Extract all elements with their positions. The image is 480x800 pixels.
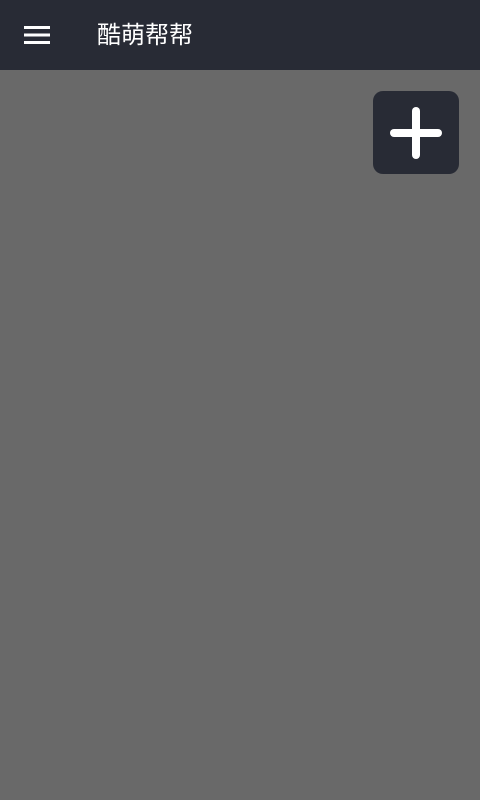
main-content-area bbox=[0, 70, 480, 800]
app-screen: 酷萌帮帮 bbox=[0, 0, 480, 800]
app-bar: 酷萌帮帮 bbox=[0, 0, 480, 70]
app-title: 酷萌帮帮 bbox=[97, 21, 193, 49]
menu-button[interactable] bbox=[14, 13, 60, 57]
hamburger-menu-icon bbox=[24, 26, 50, 44]
plus-icon bbox=[390, 106, 442, 159]
add-button[interactable] bbox=[373, 91, 459, 174]
